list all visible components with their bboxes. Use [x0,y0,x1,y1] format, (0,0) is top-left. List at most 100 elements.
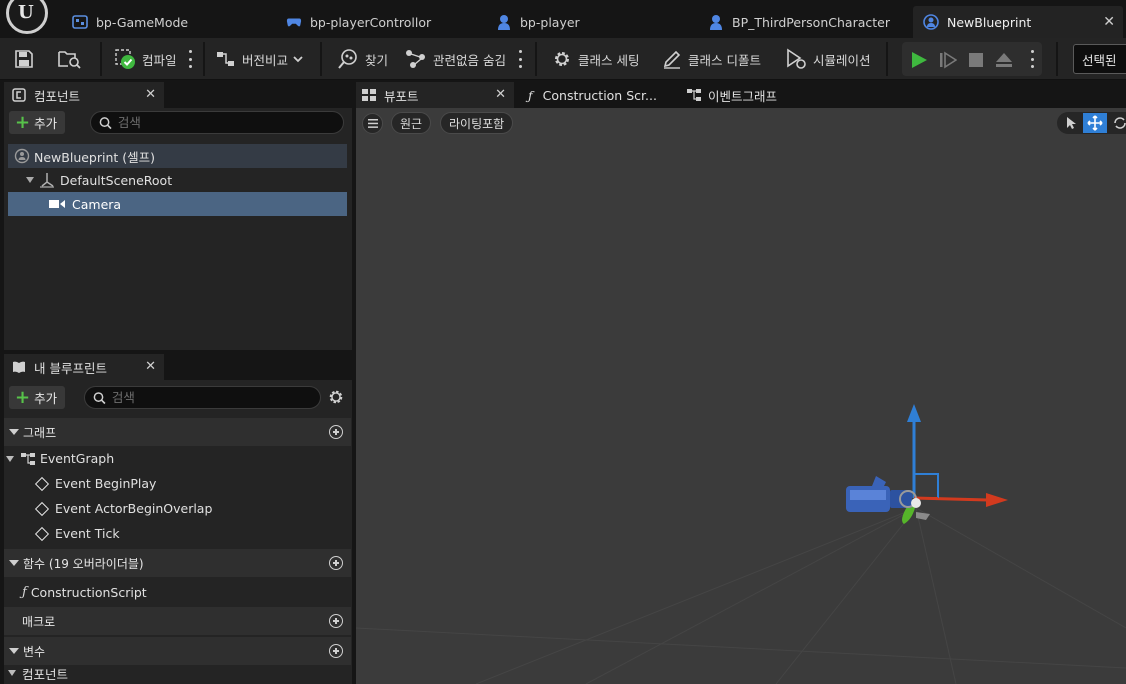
diff-icon [217,52,234,66]
actor-icon [14,148,30,164]
function-item-constructionscript[interactable]: ƒ ConstructionScript [22,580,147,605]
stop-icon[interactable] [968,52,984,68]
tree-item-defaultsceneroot[interactable]: DefaultSceneRoot [8,168,347,192]
components-search-input[interactable] [117,115,343,130]
collapse-icon[interactable] [9,429,19,435]
rotate-icon[interactable] [1112,115,1126,131]
close-icon[interactable]: ✕ [145,87,156,102]
function-icon: ƒ [528,87,533,103]
add-graph-icon[interactable] [329,425,343,439]
section-macros[interactable]: 매크로 [4,607,351,635]
perspective-button[interactable]: 원근 [391,112,432,134]
camera-icon [49,200,65,208]
tab-event-graph[interactable]: 이벤트그래프 [684,82,842,108]
close-icon[interactable]: ✕ [495,87,506,102]
step-icon[interactable] [939,51,957,69]
add-member-button[interactable]: + 추가 [9,386,66,409]
search-icon [99,116,112,129]
save-button[interactable] [14,46,40,72]
components-search[interactable] [90,111,344,134]
function-icon: ƒ [22,585,27,600]
class-settings-button[interactable]: 클래스 세팅 [552,46,639,72]
tab-viewport[interactable]: 뷰포트 ✕ [356,82,514,108]
mybp-search[interactable] [84,386,321,409]
tab-construction-script[interactable]: ƒ Construction Scr... [522,82,680,108]
move-icon [1087,115,1103,131]
viewport[interactable]: 원근 라이팅포함 [356,108,1126,684]
diff-button[interactable]: 버전비교 [216,46,310,72]
chevron-down-icon [293,56,303,63]
tree-expand-icon[interactable] [26,177,34,183]
unreal-logo-icon[interactable]: U [0,0,54,42]
section-variables[interactable]: 변수 [4,637,351,665]
tab-components[interactable]: 컴포넌트 ✕ [4,82,164,108]
plus-icon: + [15,386,31,408]
tab-bp-playercontrollor[interactable]: bp-playerControllor [280,6,490,38]
viewport-options-button[interactable] [362,113,383,134]
section-functions[interactable]: 함수 (19 오버라이더블) [4,549,351,577]
gear-icon[interactable] [327,388,345,406]
add-function-icon[interactable] [329,556,343,570]
add-component-button[interactable]: + 추가 [9,111,66,134]
section-graphs[interactable]: 그래프 [4,418,351,446]
select-arrow-icon[interactable] [1066,116,1078,130]
simulation-icon [787,48,806,69]
eject-icon[interactable] [995,51,1013,69]
hide-unrelated-button[interactable]: 관련없음 숨김 [405,46,506,72]
pawn-icon [496,14,512,30]
tab-newblueprint[interactable]: NewBlueprint ✕ [913,6,1123,38]
compile-options-icon[interactable] [188,50,192,68]
play-options-icon[interactable] [1030,50,1034,68]
event-node-icon [34,501,50,516]
search-icon [93,391,106,404]
mybp-search-input[interactable] [111,390,320,405]
section-components[interactable]: 컴포넌트 [4,662,68,684]
tab-bp-gamemode[interactable]: bp-GameMode [66,6,272,38]
document-tab-bar: U bp-GameMode bp-playerControllor bp-pla… [0,0,1126,42]
event-item[interactable]: Event Tick [34,521,120,546]
viewport-grid [356,507,1126,684]
event-item[interactable]: Event ActorBeginOverlap [34,496,212,521]
add-variable-icon[interactable] [329,644,343,658]
simulation-button[interactable]: 시뮬레이션 [785,46,871,72]
graph-item-eventgraph[interactable]: EventGraph [6,446,114,471]
tree-expand-icon[interactable] [6,455,14,462]
camera-preview-with-gizmo[interactable] [836,398,1016,538]
pawn-icon [708,14,724,30]
blueprint-actor-icon [923,14,939,30]
compile-button[interactable]: 컴파일 [114,46,177,72]
tab-bp-thirdpersoncharacter[interactable]: BP_ThirdPersonCharacter [702,6,912,38]
compile-success-icon [115,49,135,69]
tree-item-camera[interactable]: Camera [8,192,347,216]
collapse-icon[interactable] [9,560,19,566]
editor-tabstrip: 뷰포트 ✕ ƒ Construction Scr... 이벤트그래프 [356,82,1126,108]
toolbar-separator [320,42,322,76]
event-graph-icon [687,89,701,101]
find-button[interactable]: 찾기 [337,46,388,72]
scene-component-icon [40,173,54,188]
tab-my-blueprint[interactable]: 내 블루프린트 ✕ [4,354,164,380]
translate-tool-button[interactable] [1083,113,1107,133]
close-icon[interactable]: ✕ [145,359,156,374]
event-item[interactable]: Event BeginPlay [34,471,156,496]
save-icon [15,50,33,68]
book-icon [13,361,25,373]
close-icon[interactable]: ✕ [1103,14,1115,30]
collapse-icon[interactable] [8,670,16,676]
tree-item-self[interactable]: NewBlueprint (셀프) [8,144,347,168]
toolbar-separator [886,42,888,76]
toolbar-separator [535,42,537,76]
collapse-icon[interactable] [9,648,19,654]
add-macro-icon[interactable] [329,614,343,628]
menu-icon [367,119,378,128]
play-icon[interactable] [910,51,928,69]
browse-button[interactable] [58,46,88,72]
find-options-icon[interactable] [518,50,522,68]
debug-object-selector[interactable]: 선택된 [1073,44,1126,74]
lighting-mode-button[interactable]: 라이팅포함 [440,112,514,134]
event-graph-icon [21,452,35,465]
event-node-icon [34,476,50,491]
tab-bp-player[interactable]: bp-player [490,6,700,38]
gear-icon [555,52,569,66]
class-defaults-button[interactable]: 클래스 디폴트 [662,46,761,72]
